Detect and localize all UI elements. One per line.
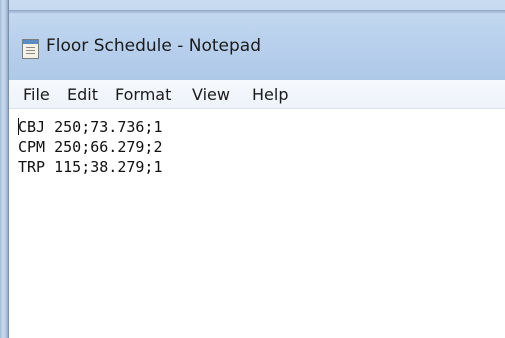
window-frame-top [9, 10, 505, 14]
text-line: TRP 115;38.279;1 [18, 158, 163, 176]
text-caret [18, 118, 19, 135]
menu-format[interactable]: Format [115, 84, 171, 105]
text-line: CPM 250;66.279;2 [18, 138, 163, 156]
notepad-window: Floor Schedule - Notepad File Edit Forma… [0, 0, 505, 338]
document-text[interactable]: CBJ 250;73.736;1 CPM 250;66.279;2 TRP 11… [18, 117, 163, 177]
menu-edit[interactable]: Edit [67, 84, 98, 105]
menu-view[interactable]: View [192, 84, 230, 105]
menu-help[interactable]: Help [252, 84, 288, 105]
window-frame-left[interactable] [0, 0, 9, 338]
menu-file[interactable]: File [23, 84, 50, 105]
menu-bar: File Edit Format View Help [9, 80, 505, 109]
notepad-icon[interactable] [22, 39, 39, 59]
text-line: CBJ 250;73.736;1 [18, 118, 163, 136]
window-title: Floor Schedule - Notepad [46, 36, 261, 56]
